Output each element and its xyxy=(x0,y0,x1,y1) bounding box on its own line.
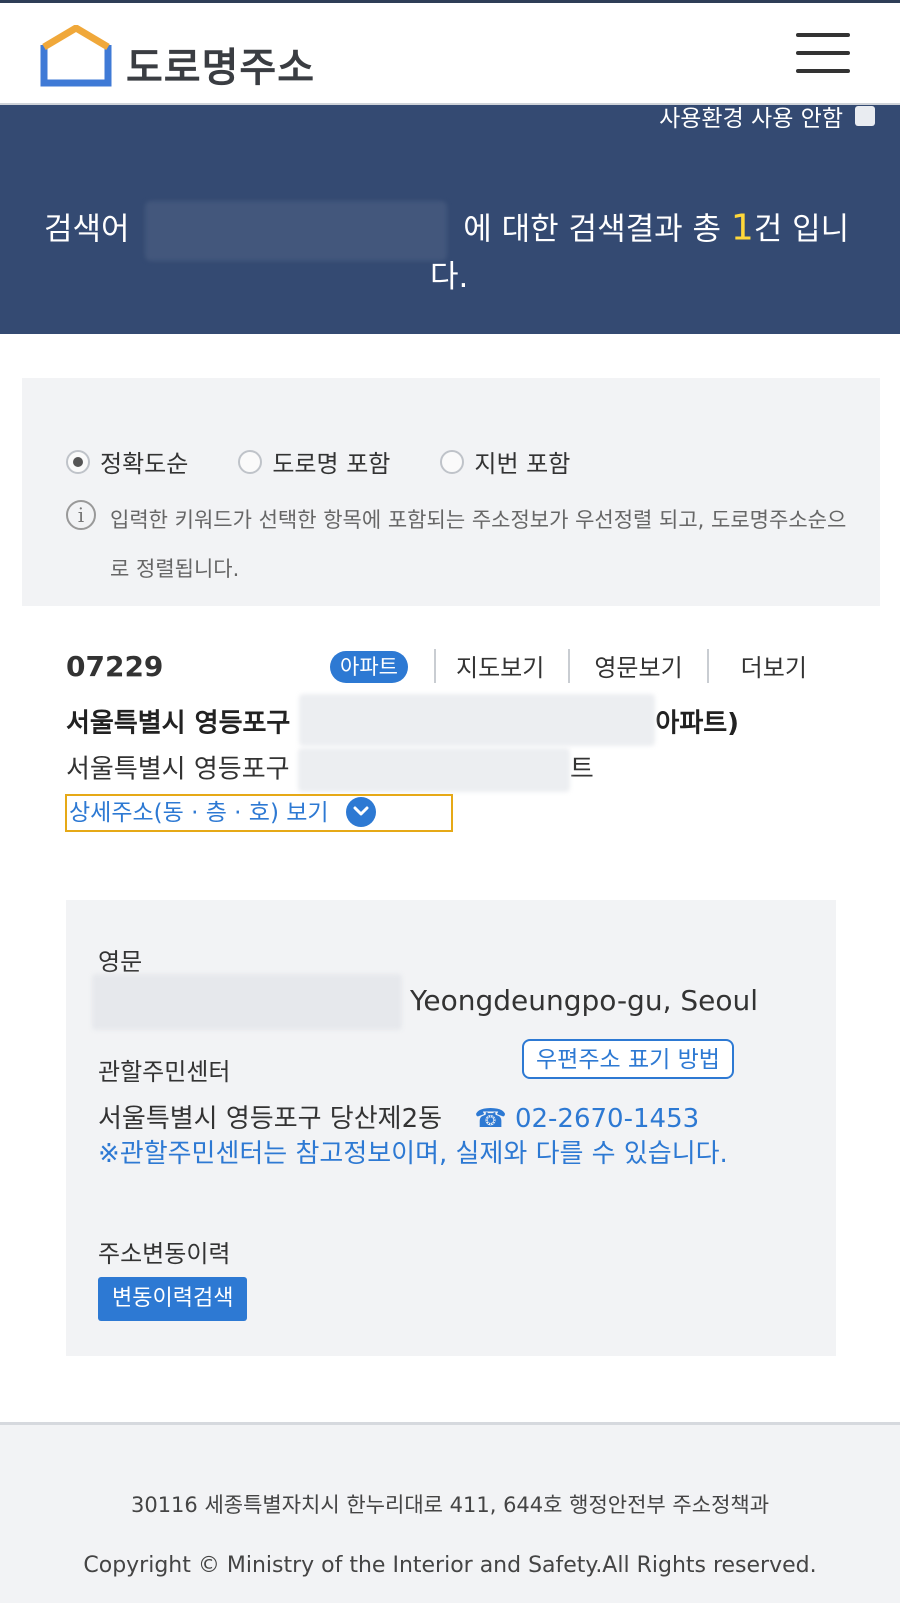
road-address-redacted xyxy=(299,694,656,746)
tab-divider xyxy=(568,648,571,683)
postal-format-button[interactable]: 우편주소 표기 방법 xyxy=(522,1039,734,1079)
sort-options: 정확도순 도로명 포함 지번 포함 xyxy=(66,444,620,479)
road-address-suffix: 아파트) xyxy=(655,708,740,739)
result-actions: 지도보기 영문보기 더보기 xyxy=(434,648,807,683)
home-logo-icon[interactable] xyxy=(40,24,112,87)
phone-number: 02-2670-1453 xyxy=(514,1104,700,1134)
sort-radio-jibun[interactable] xyxy=(440,449,465,474)
detail-address-toggle[interactable]: 상세주소(동 · 층 · 호) 보기 xyxy=(65,794,453,832)
tab-divider xyxy=(706,648,709,683)
sort-filter-panel: 정확도순 도로명 포함 지번 포함 i 입력한 키워드가 선택한 항목에 포함되… xyxy=(22,378,880,606)
result-count: 1 xyxy=(730,207,754,249)
center-name: 서울특별시 영등포구 당산제2동 xyxy=(98,1104,443,1134)
detail-toggle-label: 상세주소(동 · 층 · 호) 보기 xyxy=(69,800,329,826)
env-toggle-label: 사용환경 사용 안함 xyxy=(659,106,843,132)
info-icon: i xyxy=(66,500,96,530)
site-footer: 30116 세종특별자치시 한누리대로 411, 644호 행정안전부 주소정책… xyxy=(0,1422,900,1603)
english-address: Yeongdeungpo-gu, Seoul xyxy=(92,974,758,1030)
tab-divider xyxy=(434,648,436,683)
sort-label-accuracy[interactable]: 정확도순 xyxy=(100,444,188,479)
result-mid: 에 대한 검색결과 총 xyxy=(463,211,722,248)
more-link[interactable]: 더보기 xyxy=(741,648,807,683)
search-result-banner: 사용환경 사용 안함 검색어 에 대한 검색결과 총 1건 입니 다. xyxy=(0,105,900,334)
phone-icon: ☎ xyxy=(474,1104,507,1134)
center-label: 관할주민센터 xyxy=(98,1058,231,1086)
map-view-link[interactable]: 지도보기 xyxy=(456,648,544,683)
community-center: 서울특별시 영등포구 당산제2동 ☎ 02-2670-1453 xyxy=(98,1098,699,1135)
sort-info-text: 입력한 키워드가 선택한 항목에 포함되는 주소정보가 우선정렬 되고, 도로명… xyxy=(110,508,847,581)
footer-copyright: Copyright © Ministry of the Interior and… xyxy=(83,1553,817,1578)
chevron-down-icon xyxy=(345,796,376,827)
jibun-address-suffix: 트 xyxy=(569,754,594,785)
sort-label-jibun[interactable]: 지번 포함 xyxy=(474,444,570,479)
site-header: 도로명주소 xyxy=(0,3,900,105)
result-suffix-line2: 다. xyxy=(430,259,469,295)
jibun-address-redacted xyxy=(297,748,570,792)
english-address-redacted xyxy=(92,974,402,1030)
env-toggle[interactable]: 사용환경 사용 안함 xyxy=(659,105,875,133)
apartment-badge: 아파트 xyxy=(330,651,408,683)
road-address-prefix: 서울특별시 영등포구 xyxy=(66,708,291,739)
detail-panel: 영문 Yeongdeungpo-gu, Seoul 관할주민센터 우편주소 표기… xyxy=(66,900,836,1356)
history-search-button[interactable]: 변동이력검색 xyxy=(98,1277,248,1321)
sort-radio-road[interactable] xyxy=(238,449,263,474)
result-prefix: 검색어 xyxy=(44,211,130,248)
history-label: 주소변동이력 xyxy=(98,1240,231,1268)
result-suffix: 건 입니 xyxy=(753,211,850,248)
sort-label-road[interactable]: 도로명 포함 xyxy=(272,444,390,479)
env-checkbox[interactable] xyxy=(855,106,875,126)
phone-link[interactable]: ☎ 02-2670-1453 xyxy=(474,1104,699,1134)
logo-text[interactable]: 도로명주소 xyxy=(126,35,315,93)
road-address: 서울특별시 영등포구 아파트) xyxy=(66,694,740,746)
menu-icon[interactable] xyxy=(796,31,852,75)
jibun-address-prefix: 서울특별시 영등포구 xyxy=(66,754,290,785)
zipcode: 07229 xyxy=(66,650,164,683)
search-keyword-redacted xyxy=(145,201,448,261)
jibun-address: 서울특별시 영등포구 트 xyxy=(66,748,594,792)
english-label: 영문 xyxy=(98,948,143,976)
sort-radio-accuracy[interactable] xyxy=(66,449,90,474)
english-address-suffix: Yeongdeungpo-gu, Seoul xyxy=(410,984,759,1017)
footer-address: 30116 세종특별자치시 한누리대로 411, 644호 행정안전부 주소정책… xyxy=(130,1493,770,1517)
center-notice: ※관할주민센터는 참고정보이며, 실제와 다를 수 있습니다. xyxy=(98,1139,728,1169)
english-view-link[interactable]: 영문보기 xyxy=(594,648,682,683)
